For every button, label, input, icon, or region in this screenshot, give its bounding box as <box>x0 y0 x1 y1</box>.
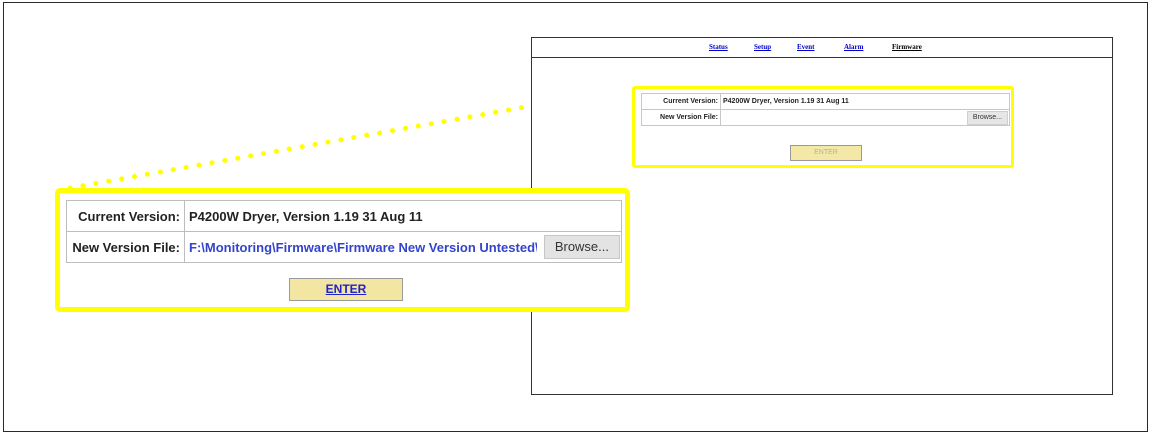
current-version-row: Current Version: P4200W Dryer, Version 1… <box>66 200 622 232</box>
current-version-value: P4200W Dryer, Version 1.19 31 Aug 11 <box>720 93 1010 110</box>
current-version-label: Current Version: <box>641 93 721 110</box>
new-version-row: New Version File: F:\Monitoring\Firmware… <box>66 231 622 263</box>
new-version-file-label: New Version File: <box>66 231 185 263</box>
firmware-table-small: Current Version: P4200W Dryer, Version 1… <box>641 93 1010 126</box>
new-version-row: New Version File: Browse... <box>641 109 1010 126</box>
nav-link-status[interactable]: Status <box>709 43 728 51</box>
firmware-form-small: Current Version: P4200W Dryer, Version 1… <box>632 86 1014 168</box>
new-version-file-input[interactable]: Browse... <box>720 109 1010 126</box>
browse-button[interactable]: Browse... <box>966 111 1008 125</box>
new-version-file-input[interactable]: F:\Monitoring\Firmware\Firmware New Vers… <box>184 231 622 263</box>
firmware-form-zoomed: Current Version: P4200W Dryer, Version 1… <box>55 188 630 312</box>
current-version-value: P4200W Dryer, Version 1.19 31 Aug 11 <box>184 200 622 232</box>
browse-button[interactable]: Browse... <box>543 235 620 259</box>
current-version-row: Current Version: P4200W Dryer, Version 1… <box>641 93 1010 110</box>
new-version-file-label: New Version File: <box>641 109 721 126</box>
firmware-table-zoomed: Current Version: P4200W Dryer, Version 1… <box>66 200 622 263</box>
enter-button[interactable]: ENTER <box>289 278 403 301</box>
nav-link-setup[interactable]: Setup <box>754 43 771 51</box>
nav-link-alarm[interactable]: Alarm <box>844 43 863 51</box>
enter-button[interactable]: ENTER <box>790 145 862 161</box>
new-version-file-path: F:\Monitoring\Firmware\Firmware New Vers… <box>189 240 537 256</box>
nav-link-event[interactable]: Event <box>797 43 815 51</box>
current-version-label: Current Version: <box>66 200 185 232</box>
nav-link-firmware[interactable]: Firmware <box>892 43 922 51</box>
top-nav-bar: Status Setup Event Alarm Firmware <box>532 38 1112 58</box>
